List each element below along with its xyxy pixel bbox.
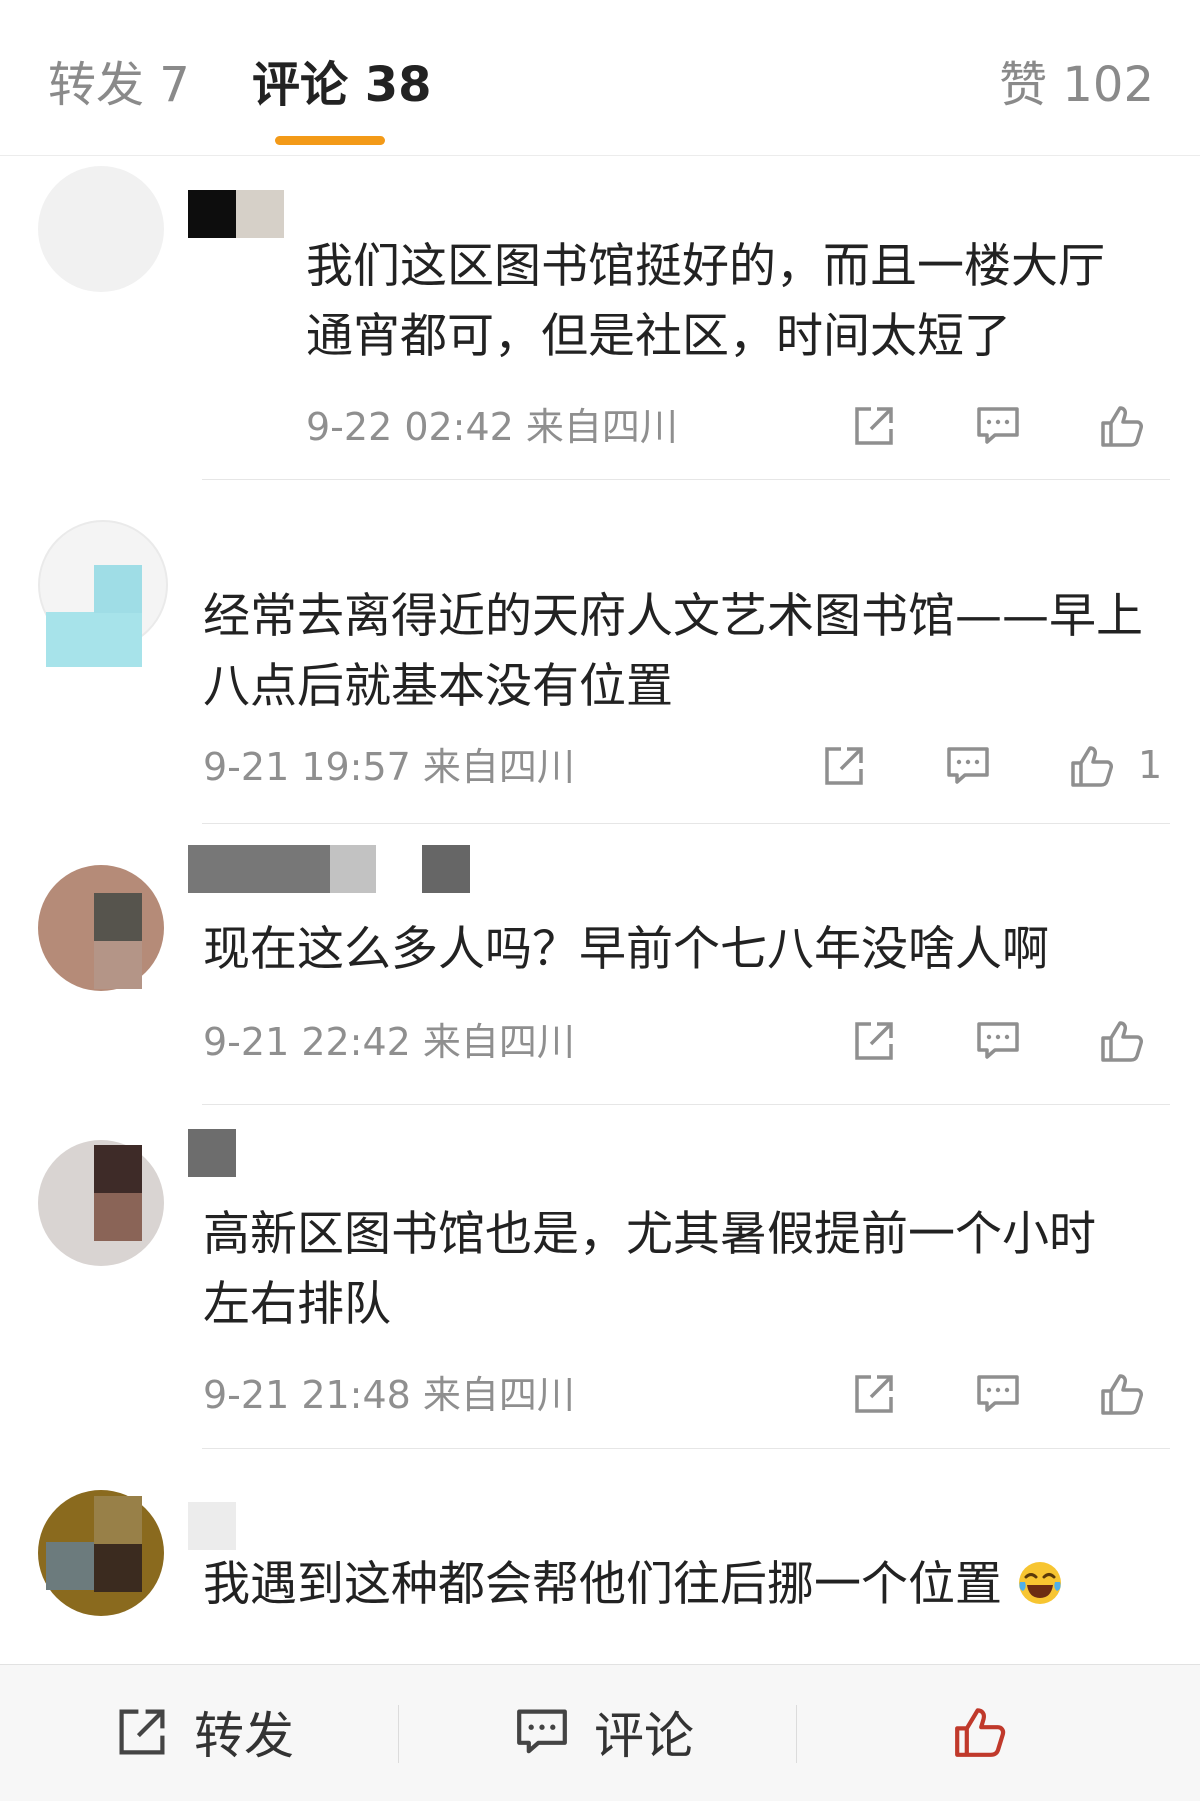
avatar-mosaic <box>236 190 284 238</box>
comment-text: 现在这么多人吗？早前个七八年没啥人啊 <box>203 915 1049 985</box>
tab-comment[interactable]: 评论 38 <box>252 52 432 118</box>
comment-divider <box>202 479 1170 480</box>
thumbs-up-icon <box>955 1708 1006 1757</box>
repost-button[interactable]: 转发 <box>112 1697 294 1767</box>
comment-item: 我们这区图书馆挺好的，而且一楼大厅 通宵都可，但是社区，时间太短了 9-22 0… <box>0 160 1200 480</box>
avatar-mosaic <box>46 1542 94 1590</box>
bottom-bar-separator <box>796 1705 797 1763</box>
share-icon[interactable] <box>846 398 902 454</box>
comment-bubble-icon[interactable] <box>940 738 996 794</box>
avatar-mosaic <box>94 1145 142 1193</box>
tab-like[interactable]: 赞 102 <box>999 52 1154 118</box>
like-count: 1 <box>1138 743 1163 787</box>
share-icon[interactable] <box>846 1013 902 1069</box>
avatar-mosaic <box>94 1544 142 1592</box>
repost-button-label: 转发 <box>194 1707 294 1765</box>
tab-repost[interactable]: 转发 7 <box>48 52 190 118</box>
share-icon[interactable] <box>846 1366 902 1422</box>
thumbs-up-icon[interactable] <box>1094 398 1150 454</box>
share-icon <box>119 1709 165 1755</box>
avatar-mosaic <box>46 612 142 667</box>
avatar[interactable] <box>38 166 164 292</box>
comment-actions <box>846 398 1176 454</box>
comment-actions <box>846 1013 1176 1069</box>
comment-text: 高新区图书馆也是，尤其暑假提前一个小时 左右排队 <box>203 1200 1096 1340</box>
comment-button-label: 评论 <box>594 1707 694 1765</box>
avatar-mosaic <box>188 190 236 238</box>
avatar-mosaic <box>94 1193 142 1241</box>
comment-actions <box>846 1366 1176 1422</box>
avatar-mosaic <box>94 893 142 941</box>
comment-item: 现在这么多人吗？早前个七八年没啥人啊 9-21 22:42 来自四川 <box>0 845 1200 1105</box>
username-blur <box>188 845 330 893</box>
comment-meta: 9-21 21:48 来自四川 <box>203 1373 575 1417</box>
username-blur <box>188 1502 236 1550</box>
comment-divider <box>202 1104 1170 1105</box>
avatar-mosaic <box>94 565 142 613</box>
laughing-crying-emoji <box>1018 1562 1061 1604</box>
comment-meta: 9-21 22:42 来自四川 <box>203 1020 575 1064</box>
comment-item: 高新区图书馆也是，尤其暑假提前一个小时 左右排队 9-21 21:48 来自四川 <box>0 1125 1200 1445</box>
comment-text-line: 现在这么多人吗？早前个七八年没啥人啊 <box>203 922 1049 977</box>
comment-item: 我遇到这种都会帮他们往后挪一个位置 <box>0 1480 1200 1664</box>
comment-text-line: 左右排队 <box>203 1277 391 1332</box>
comment-actions: 1 <box>816 738 1176 794</box>
comment-text-line: 我遇到这种都会帮他们往后挪一个位置 <box>203 1557 1002 1612</box>
thumbs-up-icon[interactable] <box>1094 1013 1150 1069</box>
username-blur <box>188 1129 236 1177</box>
comment-meta: 9-22 02:42 来自四川 <box>306 405 678 449</box>
comment-text-line: 高新区图书馆也是，尤其暑假提前一个小时 <box>203 1207 1096 1262</box>
avatar-mosaic <box>94 941 142 989</box>
comment-bubble-icon[interactable] <box>970 1366 1026 1422</box>
bottom-bar-separator <box>398 1705 399 1763</box>
comment-text-line: 经常去离得近的天府人文艺术图书馆——早上 <box>203 589 1143 644</box>
comment-text-line: 通宵都可，但是社区，时间太短了 <box>306 309 1011 364</box>
comment-button[interactable]: 评论 <box>512 1697 694 1767</box>
thumbs-up-icon[interactable] <box>1094 1366 1150 1422</box>
bottom-action-bar: 转发 评论 <box>0 1664 1200 1801</box>
comment-text: 经常去离得近的天府人文艺术图书馆——早上 八点后就基本没有位置 <box>203 582 1143 722</box>
comment-bubble-icon[interactable] <box>970 398 1026 454</box>
comment-item: 经常去离得近的天府人文艺术图书馆——早上 八点后就基本没有位置 9-21 19:… <box>0 510 1200 820</box>
active-tab-indicator <box>275 136 385 145</box>
comment-meta: 9-21 19:57 来自四川 <box>203 745 575 789</box>
tab-bar: 转发 7 评论 38 赞 102 <box>0 0 1200 156</box>
thumbs-up-icon[interactable] <box>1064 738 1120 794</box>
comment-divider <box>202 823 1170 824</box>
comment-text-line: 八点后就基本没有位置 <box>203 659 673 714</box>
username-blur <box>330 845 376 893</box>
comment-text: 我们这区图书馆挺好的，而且一楼大厅 通宵都可，但是社区，时间太短了 <box>306 232 1105 372</box>
comment-text-line: 我们这区图书馆挺好的，而且一楼大厅 <box>306 239 1105 294</box>
comment-text: 我遇到这种都会帮他们往后挪一个位置 <box>203 1550 1063 1620</box>
avatar-mosaic <box>94 1496 142 1544</box>
like-button[interactable] <box>950 1697 1032 1767</box>
username-blur <box>422 845 470 893</box>
share-icon[interactable] <box>816 738 872 794</box>
comment-bubble-icon <box>517 1709 567 1754</box>
comment-bubble-icon[interactable] <box>970 1013 1026 1069</box>
comment-divider <box>202 1448 1170 1449</box>
